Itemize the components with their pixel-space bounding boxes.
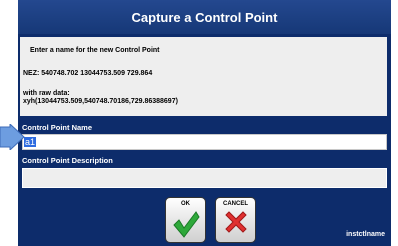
prompt-text: Enter a name for the new Control Point: [30, 47, 160, 54]
checkmark-icon: [172, 211, 200, 238]
raw-data-label: with raw data:: [23, 90, 70, 97]
x-cross-icon: [224, 211, 247, 233]
control-point-description-input[interactable]: [22, 168, 387, 188]
raw-data-value: xyh(13044753.509,540748.70186,729.863886…: [23, 98, 178, 105]
dialog-title-text: Capture a Control Point: [131, 9, 278, 25]
ok-button-label: OK: [181, 201, 190, 207]
instance-name-label: instctlname: [346, 231, 385, 238]
ok-button[interactable]: OK: [165, 197, 206, 243]
arrow-pointer-icon: [0, 124, 25, 150]
control-point-description-label: Control Point Description: [22, 156, 113, 165]
nez-coordinates: NEZ: 540748.702 13044753.509 729.864: [23, 70, 153, 77]
cancel-button-label: CANCEL: [223, 201, 248, 207]
capture-control-point-dialog: Capture a Control Point Enter a name for…: [18, 0, 391, 246]
dialog-title: Capture a Control Point: [18, 0, 391, 34]
control-point-name-input[interactable]: a1: [22, 134, 387, 150]
cancel-button[interactable]: CANCEL: [215, 197, 256, 243]
control-point-name-label: Control Point Name: [22, 123, 93, 132]
info-panel: Enter a name for the new Control Point N…: [20, 37, 387, 116]
